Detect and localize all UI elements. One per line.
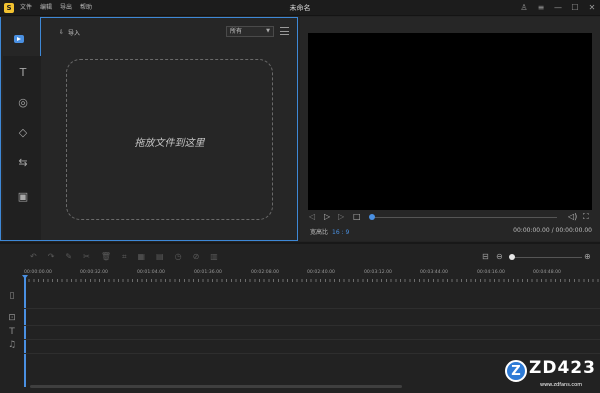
rail-tools-group: T ◎ ◇ ⇆ ▣ xyxy=(3,56,41,240)
zoom-out-icon[interactable]: ⊖ xyxy=(496,252,503,262)
speed-icon[interactable]: ◷ xyxy=(175,252,182,262)
ruler-label: 00:00:32.00 xyxy=(80,270,108,275)
filter-value: 所有 xyxy=(230,28,243,35)
media-filter-select[interactable]: 所有 ▼ xyxy=(226,26,274,37)
seek-handle[interactable] xyxy=(369,214,375,220)
aspect-ratio[interactable]: 宽高比 16 : 9 xyxy=(310,227,349,236)
aspect-ratio-label: 宽高比 xyxy=(310,229,329,236)
text-track[interactable] xyxy=(24,326,600,340)
undo-icon[interactable]: ↶ xyxy=(30,252,37,262)
volume-icon[interactable]: ◁) xyxy=(568,212,577,222)
timeline-scrollbar[interactable] xyxy=(30,385,402,388)
file-drop-zone[interactable]: 拖放文件到这里 xyxy=(66,59,273,220)
chevron-down-icon: ▼ xyxy=(266,28,270,34)
maximize-button[interactable]: ☐ xyxy=(571,0,579,16)
menu-file[interactable]: 文件 xyxy=(20,0,32,16)
mosaic-icon[interactable]: ▤ xyxy=(156,252,164,262)
next-frame-icon[interactable]: ▷ xyxy=(338,212,344,222)
ruler-label: 00:04:48.00 xyxy=(533,270,561,275)
menu-icon[interactable]: ≡ xyxy=(537,0,545,16)
freeze-icon[interactable]: ▦ xyxy=(137,252,145,262)
ruler-label: 00:01:36.00 xyxy=(194,270,222,275)
title-bar: S 文件 编辑 导出 帮助 未命名 ♙ ≡ — ☐ ✕ xyxy=(0,0,600,16)
import-label: 导入 xyxy=(68,30,81,37)
media-tab[interactable] xyxy=(9,32,29,46)
detach-audio-icon[interactable]: ⊘ xyxy=(193,252,200,262)
fit-timeline-icon[interactable]: ⊟ xyxy=(482,252,489,262)
overlay-track[interactable] xyxy=(24,309,600,326)
music-track-icon: ♫ xyxy=(7,340,17,350)
ruler-ticks xyxy=(24,279,600,282)
close-button[interactable]: ✕ xyxy=(588,0,596,16)
ruler-label: 00:02:40.00 xyxy=(307,270,335,275)
watermark-url: www.zdfans.com xyxy=(540,382,583,388)
window-controls: ♙ ≡ — ☐ ✕ xyxy=(520,0,596,16)
list-view-icon[interactable] xyxy=(280,27,289,35)
menu-bar: 文件 编辑 导出 帮助 xyxy=(20,0,92,16)
watermark: Z ZD423 www.zdfans.com xyxy=(500,356,600,393)
video-track-icon: ▯ xyxy=(9,291,15,301)
seek-bar[interactable] xyxy=(372,217,557,218)
minimize-button[interactable]: — xyxy=(554,0,562,16)
delete-icon[interactable]: 🗑 xyxy=(101,252,111,262)
watermark-logo-icon: Z xyxy=(505,360,527,382)
timeline-zoom: ⊟ ⊖ ⊕ xyxy=(482,252,594,262)
fullscreen-icon[interactable]: ⛶ xyxy=(583,212,589,222)
timecode-readout: 00:00:00.00 / 00:00:00.00 xyxy=(513,227,592,234)
video-track[interactable] xyxy=(24,284,600,309)
zoom-in-icon[interactable]: ⊕ xyxy=(584,252,591,262)
left-tool-rail: T ◎ ◇ ⇆ ▣ xyxy=(0,17,41,241)
overlay-tool-icon[interactable]: ◇ xyxy=(15,126,31,140)
zoom-handle[interactable] xyxy=(509,254,515,260)
ruler-label: 00:03:44.00 xyxy=(420,270,448,275)
time-ruler[interactable]: 00:00:00.00 00:00:32.00 00:01:04.00 00:0… xyxy=(24,268,600,282)
filter-tool-icon[interactable]: ◎ xyxy=(15,96,31,110)
player-controls: ◁ ▷ ▷ □ ◁) ⛶ xyxy=(309,212,593,222)
music-track[interactable] xyxy=(24,340,600,354)
ruler-label: 00:04:16.00 xyxy=(477,270,505,275)
import-icon: ⇩ xyxy=(59,29,65,36)
user-icon[interactable]: ♙ xyxy=(520,0,528,16)
play-icon[interactable]: ▷ xyxy=(324,212,330,222)
previous-frame-icon[interactable]: ◁ xyxy=(309,212,315,222)
edit-icon[interactable]: ✎ xyxy=(65,252,72,262)
import-button[interactable]: ⇩ 导入 xyxy=(59,28,80,37)
ruler-label: 00:03:12.00 xyxy=(364,270,392,275)
voiceover-icon[interactable]: ▥ xyxy=(210,252,218,262)
preview-panel: ◁ ▷ ▷ □ ◁) ⛶ 宽高比 16 : 9 00:00:00.00 / 00:… xyxy=(300,17,600,241)
split-icon[interactable]: ✂ xyxy=(83,252,90,262)
aspect-ratio-value: 16 : 9 xyxy=(332,229,350,236)
redo-icon[interactable]: ↷ xyxy=(48,252,55,262)
preview-screen xyxy=(308,33,592,210)
menu-edit[interactable]: 编辑 xyxy=(40,0,52,16)
ruler-label: 00:02:08.00 xyxy=(251,270,279,275)
watermark-text: ZD423 xyxy=(529,358,596,378)
drop-hint: 拖放文件到这里 xyxy=(134,138,205,149)
ruler-label: 00:01:04.00 xyxy=(137,270,165,275)
crop-icon[interactable]: ⌗ xyxy=(122,252,127,262)
menu-export[interactable]: 导出 xyxy=(60,0,72,16)
media-play-icon xyxy=(14,35,24,43)
element-tool-icon[interactable]: ▣ xyxy=(15,190,31,204)
ruler-label: 00:00:00.00 xyxy=(24,270,52,275)
overlay-track-icon: ⊡ xyxy=(8,313,16,323)
text-track-icon: T xyxy=(9,327,15,337)
stop-icon[interactable]: □ xyxy=(353,212,361,222)
menu-help[interactable]: 帮助 xyxy=(80,0,92,16)
text-tool-icon[interactable]: T xyxy=(15,66,31,80)
app-logo-icon: S xyxy=(4,3,14,13)
timeline-toolbar: ↶ ↷ ✎ ✂ 🗑 ⌗ ▦ ▤ ◷ ⊘ ▥ xyxy=(30,252,218,262)
media-panel: ⇩ 导入 所有 ▼ 拖放文件到这里 xyxy=(41,17,298,241)
transition-tool-icon[interactable]: ⇆ xyxy=(15,156,31,170)
zoom-slider[interactable] xyxy=(512,257,582,258)
